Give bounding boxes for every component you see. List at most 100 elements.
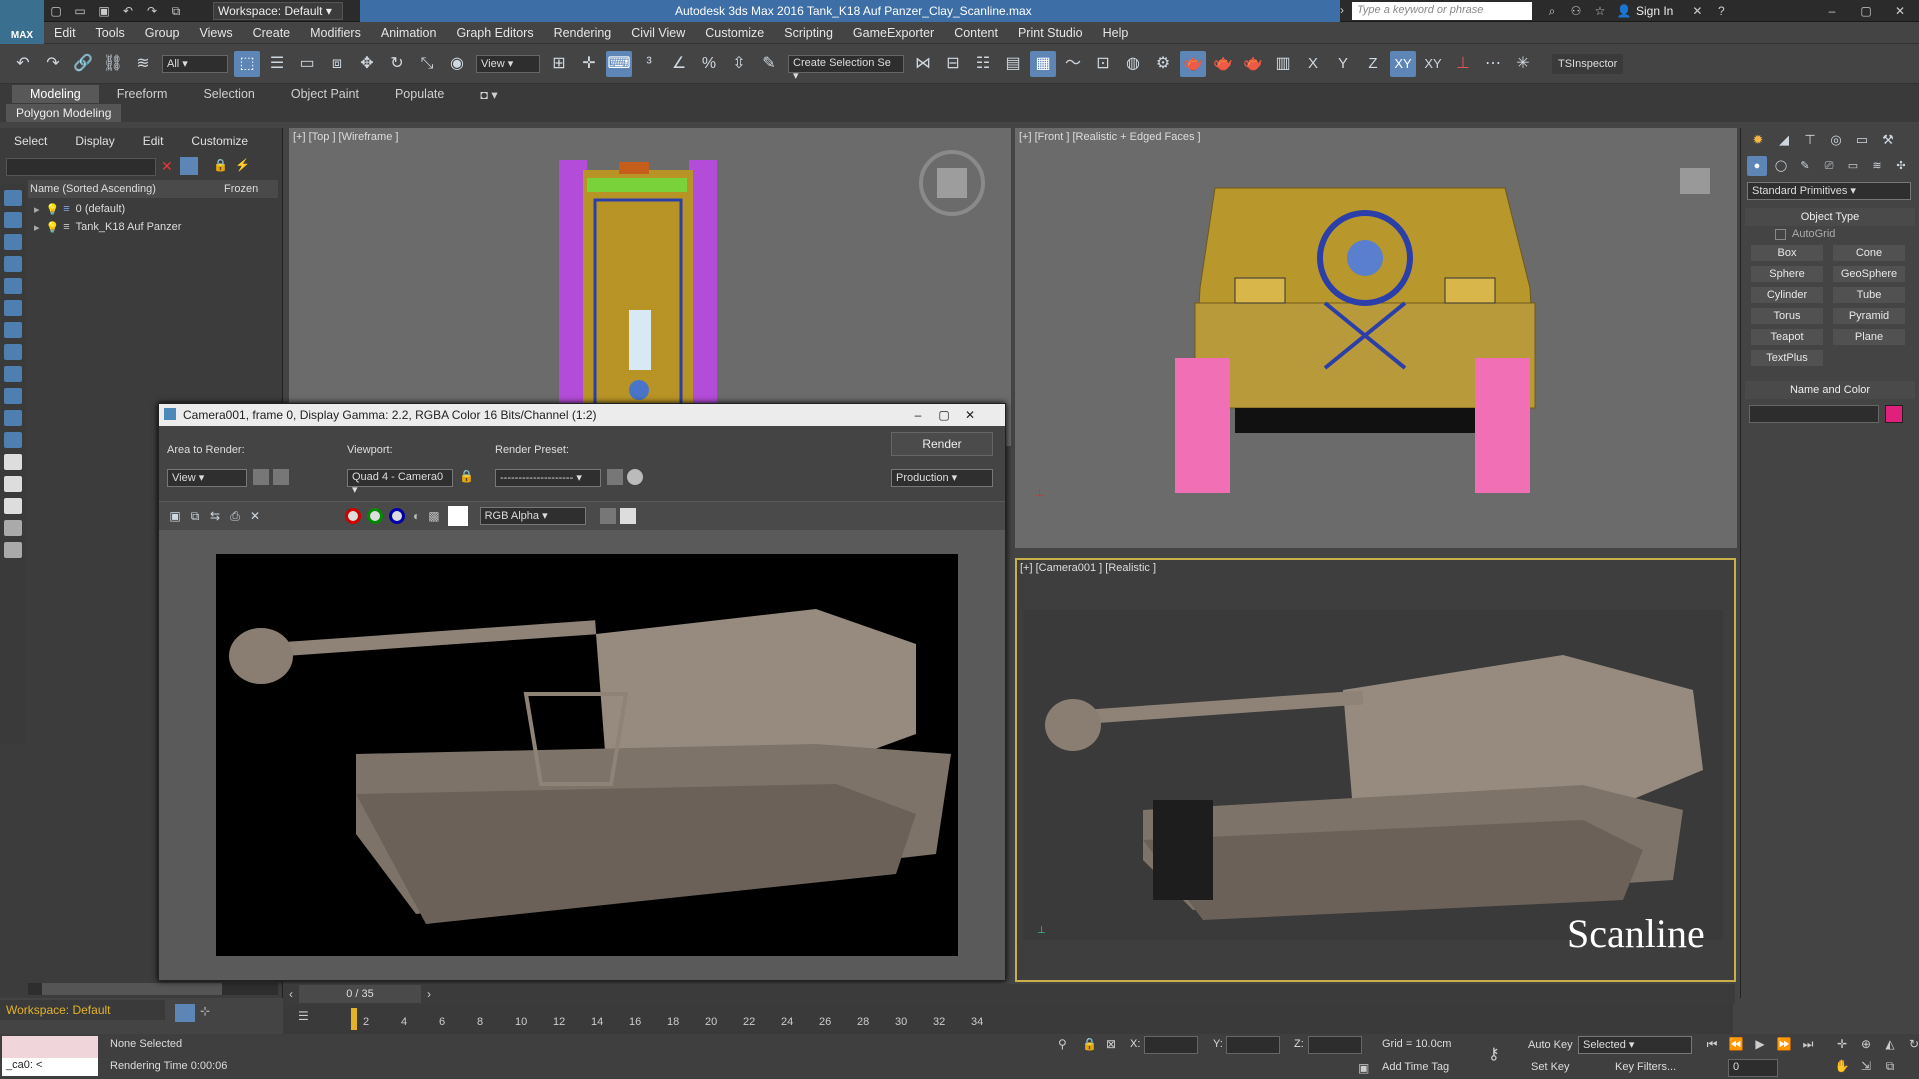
object-name-input[interactable] bbox=[1749, 405, 1879, 423]
new-file-icon[interactable]: ▢ bbox=[47, 3, 65, 19]
open-file-icon[interactable]: ▭ bbox=[71, 3, 89, 19]
modify-tab-icon[interactable]: ◢ bbox=[1773, 129, 1795, 151]
maximize-icon[interactable]: ▢ bbox=[1852, 3, 1880, 19]
next-frame-icon[interactable]: › bbox=[421, 987, 437, 1001]
go-to-end-icon[interactable]: ⏭ bbox=[1799, 1036, 1817, 1052]
select-by-name-icon[interactable]: ☰ bbox=[264, 51, 290, 77]
display-invert-icon[interactable] bbox=[4, 498, 22, 514]
select-move-icon[interactable]: ✥ bbox=[354, 51, 380, 77]
set-key-button[interactable]: Set Key bbox=[1531, 1061, 1570, 1073]
curve-editor-icon[interactable]: 〜 bbox=[1060, 51, 1086, 77]
column-frozen-header[interactable]: Frozen bbox=[218, 183, 258, 195]
keyboard-shortcut-override-icon[interactable]: ⌨ bbox=[606, 50, 632, 77]
menu-group[interactable]: Group bbox=[135, 22, 190, 44]
viewport-label[interactable]: [+] [Front ] [Realistic + Edged Faces ] bbox=[1019, 131, 1201, 143]
binoculars-icon[interactable]: ⌕ bbox=[1543, 3, 1561, 19]
grid-toggle-icon[interactable]: ⊹ bbox=[200, 1004, 210, 1018]
menu-views[interactable]: Views bbox=[189, 22, 242, 44]
maxscript-listener[interactable] bbox=[2, 1036, 98, 1058]
ribbon-polygon-modeling[interactable]: Polygon Modeling bbox=[6, 104, 122, 122]
filter-icon[interactable] bbox=[4, 520, 22, 536]
layer-icon[interactable] bbox=[4, 542, 22, 558]
cone-button[interactable]: Cone bbox=[1832, 244, 1906, 262]
undo-icon[interactable]: ↶ bbox=[10, 51, 36, 77]
y-coord-input[interactable] bbox=[1226, 1036, 1280, 1054]
workspace-dropdown[interactable]: Workspace: Default ▾ bbox=[213, 2, 343, 20]
bind-space-warp-icon[interactable]: ≋ bbox=[130, 51, 156, 77]
previous-frame-icon[interactable]: ‹ bbox=[283, 987, 299, 1001]
menu-print-studio[interactable]: Print Studio bbox=[1008, 22, 1093, 44]
collapse-arrow-icon[interactable]: › bbox=[1340, 3, 1350, 17]
lightbulb-icon[interactable]: 💡 bbox=[46, 221, 60, 234]
align-icon[interactable]: ⊟ bbox=[940, 51, 966, 77]
lock-viewport-icon[interactable]: 🔒 bbox=[459, 469, 474, 483]
redo-icon[interactable]: ↷ bbox=[143, 3, 161, 19]
sphere-button[interactable]: Sphere bbox=[1750, 265, 1824, 283]
tsinspector-button[interactable]: TSInspector bbox=[1552, 53, 1624, 74]
lights-icon[interactable]: ✎ bbox=[1795, 156, 1815, 176]
lock-icon[interactable]: 🔒 bbox=[213, 158, 228, 172]
pan-icon[interactable]: ✋ bbox=[1833, 1058, 1851, 1074]
red-channel-icon[interactable] bbox=[345, 508, 361, 524]
alpha-channel-icon[interactable]: ◐ bbox=[413, 509, 420, 523]
selection-lock-icon[interactable]: 🔒 bbox=[1082, 1037, 1097, 1051]
scene-explorer-icon[interactable]: ▦ bbox=[1030, 50, 1056, 77]
spacing-tool-icon[interactable]: ✳ bbox=[1510, 51, 1536, 77]
production-dropdown[interactable]: Production ▾ bbox=[891, 469, 993, 487]
viewport-label[interactable]: [+] [Top ] [Wireframe ] bbox=[293, 131, 398, 143]
scene-menu-customize[interactable]: Customize bbox=[177, 131, 262, 148]
select-object-icon[interactable]: ⬚ bbox=[234, 50, 260, 77]
plane-button[interactable]: Plane bbox=[1832, 328, 1906, 346]
tube-button[interactable]: Tube bbox=[1832, 286, 1906, 304]
scene-menu-select[interactable]: Select bbox=[0, 131, 61, 148]
rectangular-selection-icon[interactable]: ▭ bbox=[294, 51, 320, 77]
render-preset-dropdown[interactable]: -------------------- ▾ bbox=[495, 469, 601, 487]
expand-arrow-icon[interactable]: ▸ bbox=[34, 221, 40, 234]
motion-tab-icon[interactable]: ◎ bbox=[1825, 129, 1847, 151]
utilities-tab-icon[interactable]: ⚒ bbox=[1877, 129, 1899, 151]
key-icon[interactable]: ⚷ bbox=[1488, 1044, 1500, 1064]
clear-icon[interactable]: ✕ bbox=[247, 503, 263, 529]
color-swatch[interactable] bbox=[447, 506, 468, 526]
viewcube-compass[interactable] bbox=[919, 150, 985, 216]
cylinder-button[interactable]: Cylinder bbox=[1750, 286, 1824, 304]
pyramid-button[interactable]: Pyramid bbox=[1832, 307, 1906, 325]
angle-snap-icon[interactable]: ∠ bbox=[666, 51, 692, 77]
object-type-rollout[interactable]: Object Type bbox=[1745, 208, 1915, 226]
display-space-warps-icon[interactable] bbox=[4, 300, 22, 316]
pivot-tool-icon[interactable]: ⊥ bbox=[1450, 51, 1476, 77]
display-cameras-icon[interactable] bbox=[4, 256, 22, 272]
pivot-center-icon[interactable]: ⊞ bbox=[546, 51, 572, 77]
scene-menu-edit[interactable]: Edit bbox=[129, 131, 178, 148]
time-slider[interactable]: ‹ 0 / 35 › bbox=[283, 984, 1735, 1004]
communication-icon[interactable]: ⚇ bbox=[1567, 3, 1585, 19]
layer-toggle-icon[interactable] bbox=[175, 1004, 195, 1022]
layer-explorer-icon[interactable]: ☷ bbox=[970, 51, 996, 77]
ribbon-tab-object-paint[interactable]: Object Paint bbox=[273, 85, 377, 103]
rendered-frame-window-icon[interactable]: 🫖 bbox=[1180, 50, 1206, 77]
display-tab-icon[interactable]: ▭ bbox=[1851, 129, 1873, 151]
menu-modifiers[interactable]: Modifiers bbox=[300, 22, 371, 44]
zoom-icon[interactable]: ✛ bbox=[1833, 1036, 1851, 1052]
ribbon-tab-modeling[interactable]: Modeling bbox=[12, 85, 99, 103]
place-icon[interactable]: ◉ bbox=[444, 51, 470, 77]
hierarchy-tab-icon[interactable]: ⊤ bbox=[1799, 129, 1821, 151]
workspace-status[interactable]: Workspace: Default bbox=[0, 1000, 165, 1020]
torus-button[interactable]: Torus bbox=[1750, 307, 1824, 325]
render-production-icon[interactable]: 🫖 bbox=[1210, 51, 1236, 77]
menu-create[interactable]: Create bbox=[243, 22, 301, 44]
clone-window-icon[interactable]: ⇆ bbox=[207, 503, 223, 529]
undo-icon[interactable]: ↶ bbox=[119, 3, 137, 19]
helpers-icon[interactable]: ▭ bbox=[1843, 156, 1863, 176]
orbit-icon[interactable]: ↻ bbox=[1905, 1036, 1919, 1052]
save-icon[interactable]: ▣ bbox=[95, 3, 113, 19]
axis-z-button[interactable]: Z bbox=[1360, 51, 1386, 77]
play-icon[interactable]: ▶ bbox=[1751, 1036, 1769, 1052]
scene-search-input[interactable] bbox=[6, 158, 156, 176]
autogrid-row[interactable]: AutoGrid bbox=[1775, 228, 1919, 240]
render-button[interactable]: Render bbox=[891, 432, 993, 456]
systems-icon[interactable]: ✣ bbox=[1891, 156, 1911, 176]
scrollbar-thumb[interactable] bbox=[42, 983, 222, 995]
expand-arrow-icon[interactable]: ▸ bbox=[34, 203, 40, 216]
display-all-icon[interactable] bbox=[4, 454, 22, 470]
